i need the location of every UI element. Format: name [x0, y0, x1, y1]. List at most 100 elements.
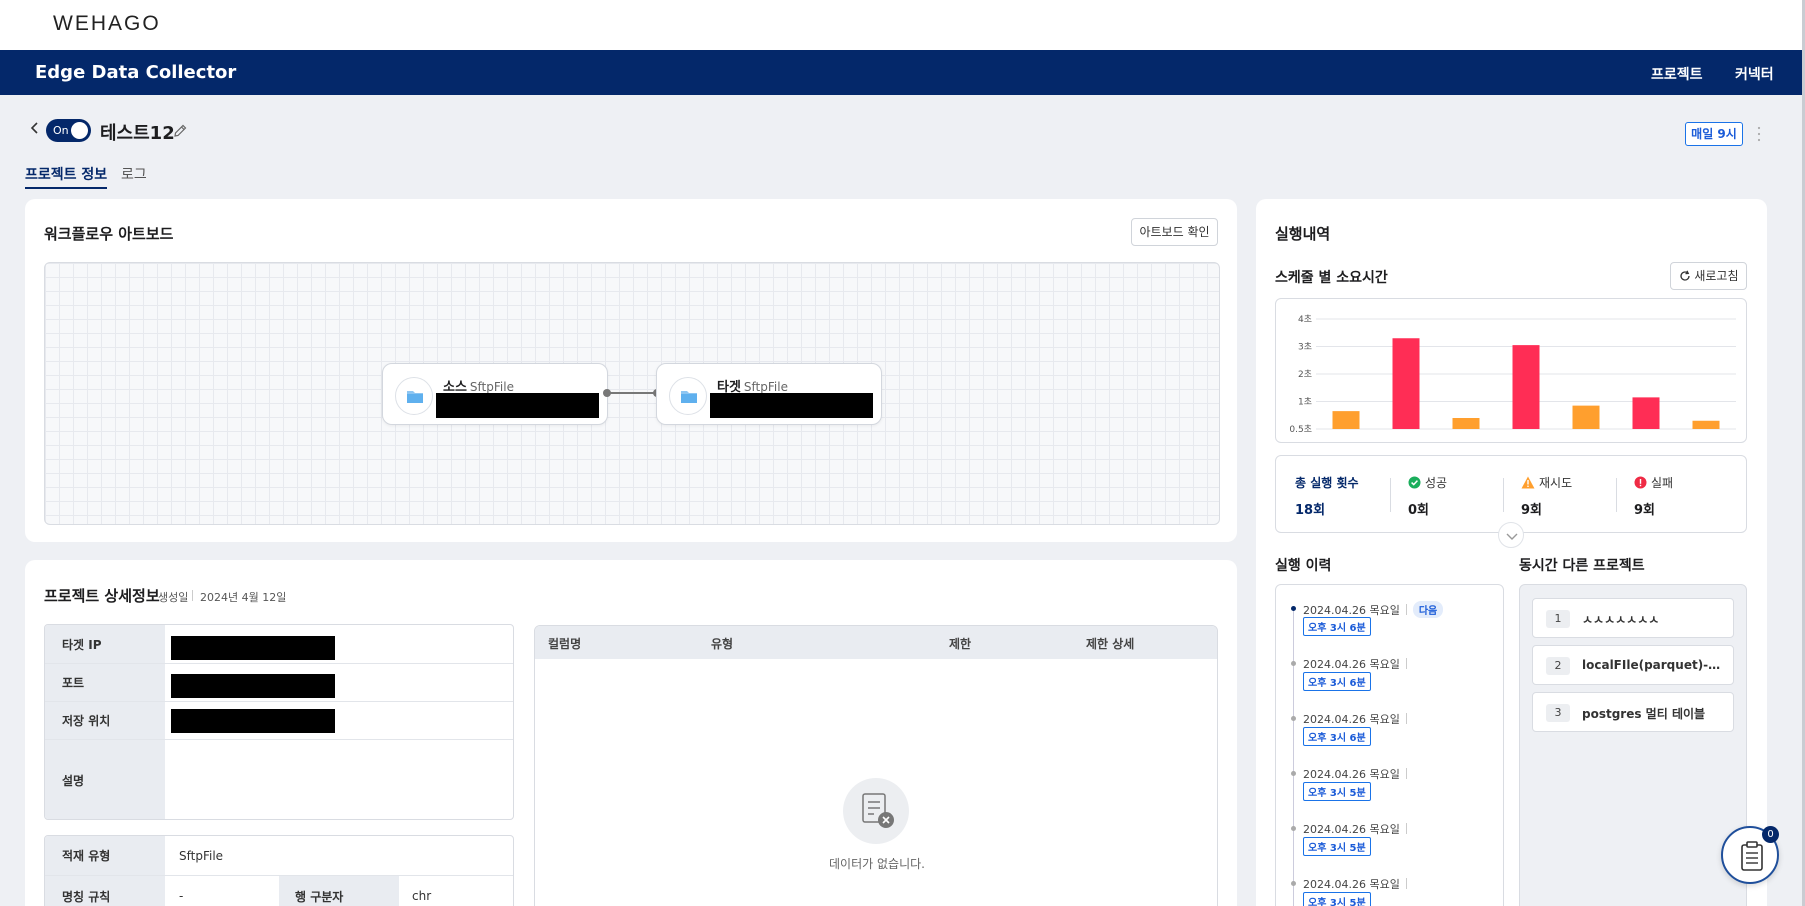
naming-value: - [179, 889, 184, 903]
duration-bar-chart: 0.5초 1초 2초 3초 4초 [1289, 314, 1736, 435]
warning-icon [1521, 476, 1535, 489]
tab-project-info[interactable]: 프로젝트 정보 [25, 164, 108, 189]
created-label: 생성일 [158, 591, 189, 604]
tab-log[interactable]: 로그 [121, 164, 147, 184]
y-tick-label: 3초 [1298, 342, 1312, 353]
other-project-number: 2 [1546, 657, 1570, 675]
other-project-item[interactable]: 2 localFIle(parquet)->parquet [1532, 645, 1734, 685]
expand-stats-button[interactable] [1498, 522, 1524, 548]
source-folder-circle [395, 377, 433, 415]
stat-success-text: 성공 [1425, 476, 1448, 490]
history-date-text: 2024.04.26 목요일 [1303, 713, 1400, 726]
other-project-item[interactable]: 1 ㅅㅅㅅㅅㅅㅅㅅ [1532, 598, 1734, 638]
col-header-name: 컬럼명 [548, 637, 582, 651]
artboard-confirm-button[interactable]: 아트보드 확인 [1131, 218, 1218, 246]
y-tick-label: 0.5초 [1289, 424, 1312, 435]
other-project-name: postgres 멀티 테이블 [1582, 707, 1706, 721]
history-time: 오후 3시 5분 [1303, 892, 1371, 906]
target-type: SftpFile [743, 380, 788, 394]
target-node[interactable]: 타겟 SftpFile [656, 363, 882, 425]
other-project-number: 1 [1546, 610, 1570, 628]
info-row-load-type: 적재 유형 SftpFile [45, 836, 513, 876]
history-date-text: 2024.04.26 목요일 [1303, 658, 1400, 671]
stat-fail-label: 실패 [1634, 474, 1673, 491]
load-type-value: SftpFile [179, 848, 224, 863]
workflow-title: 워크플로우 아트보드 [44, 225, 174, 243]
chart-bar[interactable] [1632, 397, 1660, 429]
app-title[interactable]: Edge Data Collector [35, 62, 236, 83]
timeline-bullet [1291, 661, 1296, 666]
timeline-line [1293, 607, 1294, 906]
schedule-badge[interactable]: 매일 9시 [1685, 122, 1743, 146]
history-date-text: 2024.04.26 목요일 [1303, 604, 1400, 617]
toggle-label: On [53, 124, 69, 137]
history-date: 2024.04.26 목요일 [1303, 656, 1407, 672]
refresh-button[interactable]: 새로고침 [1670, 262, 1747, 290]
divider [1405, 768, 1407, 779]
more-vertical-icon[interactable] [1756, 124, 1762, 144]
stat-retry: 재시도 9회 [1521, 474, 1572, 518]
info-key: 설명 [45, 740, 165, 819]
pencil-icon[interactable] [172, 123, 188, 139]
other-projects-list: 1 ㅅㅅㅅㅅㅅㅅㅅ 2 localFIle(parquet)->parquet … [1519, 584, 1747, 906]
chart-bar[interactable] [1392, 338, 1420, 429]
project-name: 테스트12 [100, 123, 175, 144]
target-info-table: 타겟 IP 포트 저장 위치 설명 [44, 624, 514, 820]
history-date: 2024.04.26 목요일 [1303, 711, 1407, 727]
other-project-number: 3 [1546, 704, 1570, 722]
notification-count-badge: 0 [1762, 826, 1779, 843]
history-date: 2024.04.26 목요일 [1303, 766, 1407, 782]
redacted-block [171, 636, 335, 660]
other-projects-title: 동시간 다른 프로젝트 [1519, 558, 1645, 574]
other-project-item[interactable]: 3 postgres 멀티 테이블 [1532, 692, 1734, 732]
refresh-label: 새로고침 [1694, 269, 1739, 283]
chart-title: 스케줄 별 소요시간 [1275, 270, 1388, 286]
history-date-text: 2024.04.26 목요일 [1303, 823, 1400, 836]
col-header-limit: 제한 [949, 637, 972, 651]
info-key: 적재 유형 [45, 836, 165, 875]
y-tick-label: 4초 [1298, 314, 1312, 325]
chart-bar[interactable] [1692, 420, 1720, 429]
nav-link-projects[interactable]: 프로젝트 [1651, 64, 1703, 84]
duration-chart-box: 0.5초 1초 2초 3초 4초 [1275, 298, 1747, 443]
project-on-toggle[interactable]: On [46, 119, 91, 142]
history-time: 오후 3시 5분 [1303, 837, 1371, 856]
history-list-title: 실행 이력 [1275, 558, 1332, 574]
empty-doc-icon [843, 778, 909, 844]
info-key: 행 구분자 [279, 876, 399, 906]
column-table-header: 컬럼명 유형 제한 제한 상세 [535, 626, 1217, 659]
info-row-description: 설명 [45, 740, 513, 819]
source-node[interactable]: 소스 SftpFile [382, 363, 608, 425]
stat-fail-text: 실패 [1651, 476, 1674, 490]
history-title: 실행내역 [1275, 225, 1331, 243]
history-date: 2024.04.26 목요일 다음 [1303, 601, 1444, 618]
nav-bar: Edge Data Collector 프로젝트 커넥터 [0, 50, 1805, 95]
back-arrow-icon[interactable] [28, 121, 42, 135]
info-key: 타겟 IP [45, 625, 165, 663]
redacted-block [436, 393, 599, 418]
timeline-bullet [1291, 771, 1296, 776]
logo-text: WEHAGO [53, 12, 161, 35]
toggle-knob [71, 122, 88, 139]
source-type: SftpFile [469, 380, 514, 394]
chart-bar[interactable] [1572, 405, 1600, 429]
divider [1405, 658, 1407, 669]
chart-bar[interactable] [1452, 418, 1480, 429]
info-row-naming: 명칭 규칙 - 행 구분자 chr [45, 876, 513, 906]
chart-bar[interactable] [1512, 345, 1540, 429]
stat-success-label: 성공 [1408, 474, 1447, 491]
stat-retry-value: 9회 [1521, 503, 1543, 518]
detail-title: 프로젝트 상세정보 [44, 587, 160, 605]
history-date-text: 2024.04.26 목요일 [1303, 878, 1400, 891]
info-row-port: 포트 [45, 664, 513, 702]
chart-bar[interactable] [1332, 411, 1360, 429]
info-key: 저장 위치 [45, 702, 165, 739]
wehago-logo[interactable]: WEHAGO [53, 12, 161, 36]
other-project-name: localFIle(parquet)->parquet [1582, 658, 1724, 672]
info-key: 포트 [45, 664, 165, 701]
stat-success-value: 0회 [1408, 503, 1430, 518]
nav-link-connectors[interactable]: 커넥터 [1735, 64, 1774, 84]
history-time: 오후 3시 6분 [1303, 617, 1371, 636]
stat-total-label: 총 실행 횟수 [1295, 476, 1359, 490]
redacted-block [171, 709, 335, 733]
